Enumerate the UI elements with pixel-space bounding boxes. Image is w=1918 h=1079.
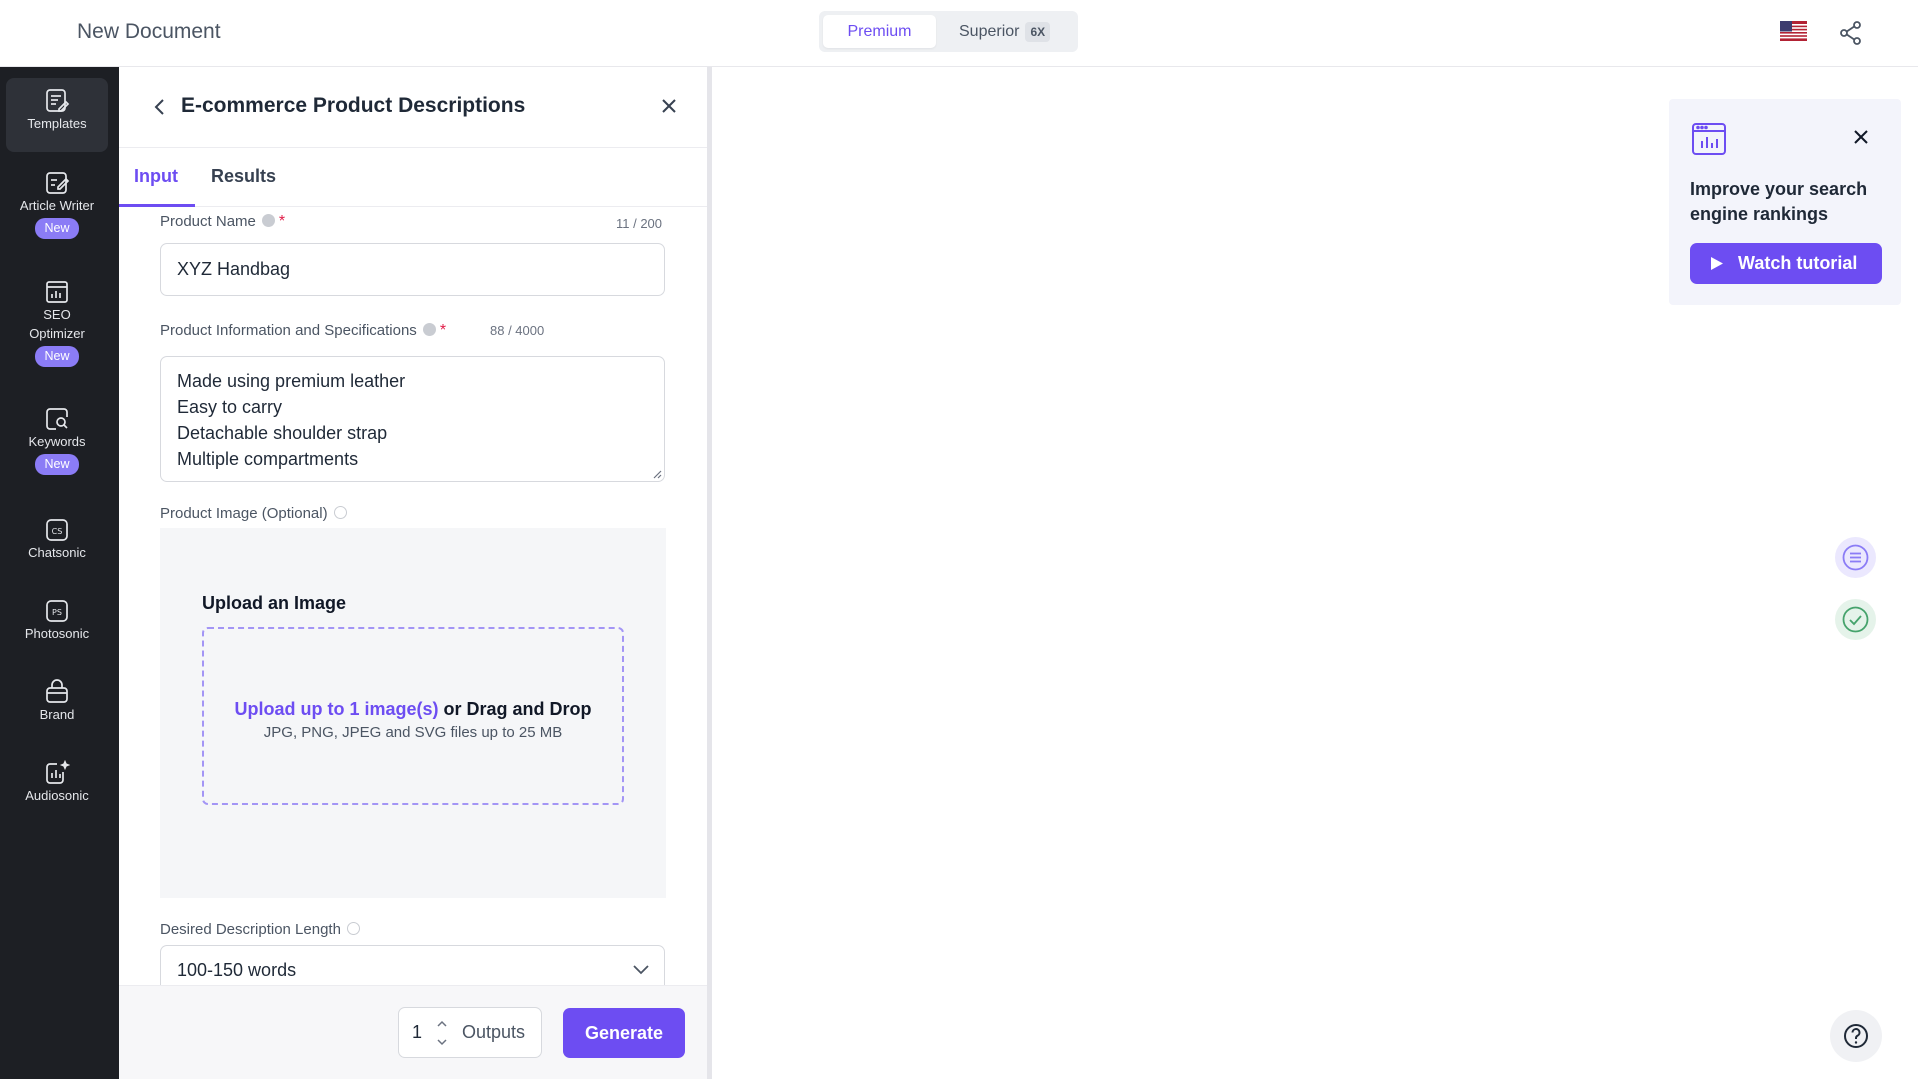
product-image-label-text: Product Image (Optional)	[160, 505, 328, 522]
textarea-line: Detachable shoulder strap	[177, 423, 388, 443]
description-length-label: Desired Description Length	[160, 921, 360, 938]
dropzone-main-text: Upload up to 1 image(s) or Drag and Drop	[204, 699, 622, 720]
tab-input[interactable]: Input	[134, 166, 178, 187]
sidebar-item-label-line1: SEO	[43, 307, 71, 322]
selected-value: 100-150 words	[177, 960, 297, 980]
sidebar-item-keywords[interactable]: Keywords New	[6, 406, 108, 475]
product-info-label-text: Product Information and Specifications	[160, 322, 417, 339]
brand-icon	[46, 679, 68, 703]
outputs-label: Outputs	[462, 1022, 526, 1042]
resize-grip-icon[interactable]	[652, 469, 662, 479]
document-title[interactable]: New Document	[77, 20, 221, 44]
tutorial-text: Improve your search engine rankings	[1690, 179, 1868, 224]
tutorial-card: Improve your search engine rankings Watc…	[1669, 99, 1901, 305]
document-outline-button[interactable]	[1835, 537, 1876, 578]
svg-text:PS: PS	[52, 608, 62, 617]
tabs-divider	[119, 206, 707, 207]
play-icon	[1711, 257, 1723, 270]
audiosonic-icon	[46, 760, 70, 784]
sidebar-item-article-writer[interactable]: Article Writer New	[6, 170, 108, 239]
stepper-arrows-icon[interactable]	[435, 1016, 449, 1050]
sidebar-item-label: Chatsonic	[28, 545, 86, 560]
analytics-window-icon	[1692, 123, 1726, 155]
templates-icon	[46, 89, 70, 112]
product-info-counter: 88 / 4000	[490, 323, 545, 338]
photosonic-icon: PS	[46, 600, 68, 622]
sidebar-item-label: Photosonic	[24, 626, 90, 641]
check-circle-icon	[1842, 606, 1869, 633]
product-image-label: Product Image (Optional)	[160, 505, 347, 522]
seo-optimizer-icon	[46, 281, 68, 303]
mode-switch: Premium Superior 6X	[819, 11, 1078, 52]
mode-superior-tab[interactable]: Superior 6X	[959, 15, 1051, 48]
help-icon	[1844, 1024, 1868, 1048]
chatsonic-icon: CS	[46, 519, 68, 541]
panel-resize-handle[interactable]	[707, 67, 712, 1079]
sidebar-item-audiosonic[interactable]: Audiosonic	[6, 760, 108, 805]
new-badge: New	[35, 346, 79, 367]
sidebar-item-label: Brand	[39, 707, 75, 722]
grammar-check-button[interactable]	[1835, 599, 1876, 640]
sidebar-item-label: Audiosonic	[25, 788, 89, 803]
svg-text:CS: CS	[52, 527, 63, 536]
us-flag-icon[interactable]	[1780, 21, 1807, 41]
mode-superior-label: Superior	[959, 23, 1020, 40]
sidebar-item-chatsonic[interactable]: CS Chatsonic	[6, 517, 108, 562]
back-arrow-icon[interactable]	[152, 97, 168, 117]
required-mark: *	[278, 213, 286, 230]
help-button[interactable]	[1830, 1010, 1882, 1062]
sidebar-item-templates[interactable]: Templates	[6, 78, 108, 152]
article-writer-icon	[46, 172, 70, 194]
watch-tutorial-label: Watch tutorial	[1738, 253, 1858, 273]
info-icon[interactable]	[261, 214, 275, 227]
textarea-line: Multiple compartments	[177, 449, 359, 469]
product-name-input[interactable]: XYZ Handbag	[160, 243, 665, 296]
description-length-label-text: Desired Description Length	[160, 921, 341, 938]
required-mark: *	[439, 322, 447, 339]
textarea-line: Easy to carry	[177, 397, 283, 417]
top-bar: New Document Premium Superior 6X	[0, 0, 1918, 67]
outputs-value[interactable]: 1	[412, 1022, 422, 1043]
close-panel-icon[interactable]	[659, 96, 679, 116]
product-name-label-text: Product Name	[160, 213, 256, 230]
info-icon[interactable]	[333, 506, 347, 519]
left-sidebar: Templates Article Writer New SEO Optimiz…	[0, 67, 119, 1079]
info-icon[interactable]	[346, 922, 360, 935]
active-tab-indicator	[119, 204, 195, 207]
product-info-textarea[interactable]: Made using premium leather Easy to carry…	[160, 356, 665, 482]
new-badge: New	[35, 218, 79, 239]
sidebar-item-photosonic[interactable]: PS Photosonic	[6, 598, 108, 643]
sidebar-item-brand[interactable]: Brand	[6, 679, 108, 724]
panel-header-divider	[119, 147, 707, 148]
outputs-stepper[interactable]: 1 Outputs	[398, 1007, 542, 1058]
chevron-down-icon	[633, 965, 649, 975]
drag-drop-text: or Drag and Drop	[438, 699, 592, 719]
watch-tutorial-button[interactable]: Watch tutorial	[1690, 243, 1882, 284]
product-name-counter: 11 / 200	[616, 216, 663, 231]
product-info-label: Product Information and Specifications *	[160, 322, 446, 340]
panel-title: E-commerce Product Descriptions	[181, 94, 526, 117]
generate-button[interactable]: Generate	[563, 1008, 685, 1058]
share-icon[interactable]	[1838, 20, 1864, 46]
sidebar-item-label: Templates	[27, 116, 87, 131]
dropzone-hint: JPG, PNG, JPEG and SVG files up to 25 MB	[263, 724, 563, 741]
image-dropzone[interactable]: Upload up to 1 image(s) or Drag and Drop…	[202, 627, 624, 805]
upload-title: Upload an Image	[202, 593, 347, 613]
sidebar-item-label-line2: Optimizer	[29, 326, 85, 341]
close-tutorial-icon[interactable]	[1852, 128, 1870, 146]
sidebar-item-seo-optimizer[interactable]: SEO Optimizer New	[6, 279, 108, 367]
mode-premium-tab[interactable]: Premium	[823, 15, 936, 48]
info-icon[interactable]	[422, 323, 436, 336]
sidebar-item-label: Keywords	[28, 434, 86, 449]
product-name-label: Product Name *	[160, 213, 285, 231]
sidebar-item-label: Article Writer	[19, 198, 95, 213]
keywords-icon	[46, 408, 68, 430]
tab-results[interactable]: Results	[211, 166, 276, 187]
upload-link[interactable]: Upload up to 1 image(s)	[234, 699, 438, 719]
list-icon	[1842, 544, 1869, 571]
new-badge: New	[35, 454, 79, 475]
superior-multiplier-badge: 6X	[1025, 22, 1051, 42]
textarea-line: Made using premium leather	[177, 371, 406, 391]
